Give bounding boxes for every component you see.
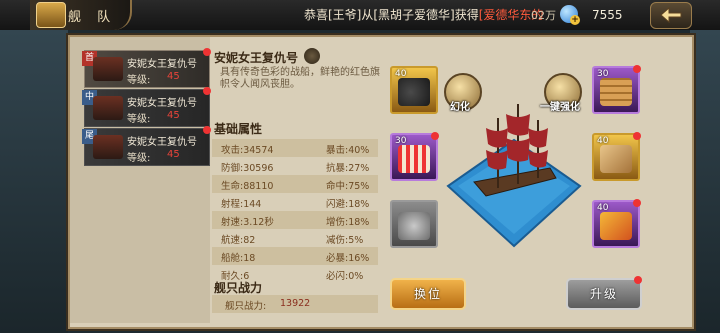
notification-dot <box>634 276 642 284</box>
attribute-table: 攻击:34574 暴击:40% 防御:30596 抗暴:27% 生命:88110 命中… <box>212 139 378 283</box>
notification-dot <box>203 87 211 95</box>
gold-amount: 02万 <box>531 9 556 22</box>
sail-icon <box>398 145 430 173</box>
ship-name: 安妮女王复仇号 <box>127 137 197 148</box>
sail <box>506 114 530 136</box>
ship-level-label: 等级: <box>127 153 151 164</box>
ship-info: 安妮女王复仇号 具有传奇色彩的战船，鲜艳的红色旗帜令人闻风丧胆。 基础属性 攻击… <box>212 37 380 323</box>
attribute-right: 增伤:18% <box>326 217 370 228</box>
attribute-row: 航速:82 减伤:5% <box>212 229 378 247</box>
attribute-left: 射程:144 <box>221 199 262 210</box>
attribute-right: 暴击:40% <box>326 145 370 156</box>
plank-icon <box>600 78 632 106</box>
figurehead-icon <box>398 212 430 240</box>
ship-card-1[interactable]: 首 安妮女王复仇号 等级: 45 <box>82 48 211 88</box>
crate-slot[interactable]: 40 <box>592 132 641 181</box>
ship-level: 45 <box>167 71 180 82</box>
power-heading: 舰只战力 <box>214 281 263 295</box>
fleet-emblem-icon <box>36 2 66 28</box>
attribute-right: 必闪:0% <box>326 271 364 282</box>
ship-title: 安妮女王复仇号 <box>214 51 299 65</box>
back-arrow-icon <box>660 7 682 23</box>
plank-slot[interactable]: 30 <box>592 65 641 114</box>
ship-level: 45 <box>167 149 180 160</box>
ship-card-3[interactable]: 尾 安妮女王复仇号 等级: 45 <box>82 126 211 166</box>
attribute-row: 射程:144 闪避:18% <box>212 193 378 211</box>
attribute-row: 生命:88110 命中:75% <box>212 175 378 193</box>
notification-dot <box>203 126 211 134</box>
sail-slot[interactable]: 30 <box>390 132 439 181</box>
swap-button[interactable]: 换位 <box>390 278 466 310</box>
ship-name: 安妮女王复仇号 <box>127 59 197 70</box>
attribute-left: 船舱:18 <box>221 253 256 264</box>
attribute-left: 攻击:34574 <box>221 145 274 156</box>
notification-dot <box>633 199 641 207</box>
upgrade-button[interactable]: 升级 <box>566 278 642 310</box>
ship-card-2[interactable]: 中 安妮女王复仇号 等级: 45 <box>82 87 211 127</box>
attribute-row: 射速:3.12秒 增伤:18% <box>212 211 378 229</box>
cannon-slot[interactable]: 40 <box>390 66 438 114</box>
gem-count: 7555 <box>592 8 623 22</box>
attribute-left: 防御:30596 <box>221 163 274 174</box>
notification-dot <box>431 132 439 140</box>
attribute-row: 攻击:34574 暴击:40% <box>212 139 378 157</box>
ship-level-label: 等级: <box>127 75 151 86</box>
ship-type-icon <box>304 48 320 64</box>
ship-list: 首 安妮女王复仇号 等级: 45 中 安妮女王复仇号 等级: 45 尾 安妮女王… <box>70 37 211 323</box>
attribute-right: 必暴:16% <box>326 253 370 264</box>
sea-background-right <box>690 30 720 333</box>
ship-thumbnail <box>93 135 123 159</box>
ship-level-label: 等级: <box>127 114 151 125</box>
attribute-right: 减伤:5% <box>326 235 364 246</box>
back-button[interactable] <box>650 2 692 29</box>
attribute-left: 射速:3.12秒 <box>221 217 274 228</box>
ship-level: 45 <box>167 110 180 121</box>
ship-name: 安妮女王复仇号 <box>127 98 197 109</box>
ship-model-view <box>446 104 582 248</box>
page-title: 舰 队 <box>68 10 117 25</box>
ship-thumbnail <box>93 57 123 81</box>
ship-description: 具有传奇色彩的战船，鲜艳的红色旗帜令人闻风丧胆。 <box>220 67 380 90</box>
power-value: 13922 <box>280 298 311 309</box>
attribute-row: 防御:30596 抗暴:27% <box>212 157 378 175</box>
flag-icon <box>600 212 632 240</box>
attributes-heading: 基础属性 <box>214 122 263 136</box>
attribute-left: 生命:88110 <box>221 181 274 192</box>
power-label: 舰只战力: <box>225 301 267 312</box>
attribute-right: 闪避:18% <box>326 199 370 210</box>
sea-highlight <box>458 150 570 234</box>
announcement-marquee: 恭喜[王爷]从[黑胡子爱德华]获得[爱德华东的 <box>304 6 543 23</box>
ship-thumbnail <box>93 96 123 120</box>
notification-dot <box>203 48 211 56</box>
sea-background-left <box>0 30 68 333</box>
marquee-text: 恭喜[王爷]从[黑胡子爱德华]获得 <box>304 8 479 22</box>
attribute-row: 船舱:18 必暴:16% <box>212 247 378 265</box>
notification-dot <box>633 65 641 73</box>
top-bar: 舰 队 恭喜[王爷]从[黑胡子爱德华]获得[爱德华东的 02万 + 7555 <box>0 0 720 30</box>
notification-dot <box>633 132 641 140</box>
sail <box>506 138 530 162</box>
add-gems-button[interactable]: + <box>570 15 580 25</box>
figurehead-slot[interactable] <box>390 200 438 248</box>
flag-slot[interactable]: 40 <box>592 199 641 248</box>
power-row: 舰只战力: 13922 <box>212 295 378 313</box>
attribute-left: 航速:82 <box>221 235 256 246</box>
attribute-right: 命中:75% <box>326 181 370 192</box>
crate-icon <box>600 145 632 173</box>
cannon-icon <box>398 78 430 106</box>
attribute-right: 抗暴:27% <box>326 163 370 174</box>
